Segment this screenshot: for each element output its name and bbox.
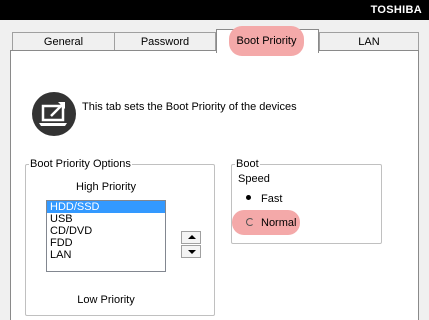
fast-label[interactable]: Fast [261,193,282,205]
tab-strip: General Password LAN [0,20,429,53]
list-item[interactable]: HDD/SSD [47,201,165,213]
fast-radio[interactable] [246,195,251,200]
list-item[interactable]: USB [47,213,165,225]
tab-lan-label: LAN [358,36,380,48]
tab-boot-priority-label: Boot Priority [236,35,297,47]
tab-general-label: General [43,36,84,48]
normal-label[interactable]: Normal [261,217,296,229]
tab-password-label: Password [140,36,190,48]
brand-logo: TOSHIBA [370,4,422,16]
tab-general[interactable]: General [12,32,115,52]
external-link-laptop-icon [32,92,76,136]
move-down-button[interactable] [181,245,201,258]
arrow-down-icon [188,250,196,254]
low-priority-label: Low Priority [77,294,135,306]
info-text: This tab sets the Boot Priority of the d… [82,101,297,113]
high-priority-label: High Priority [76,181,136,193]
boot-order-list[interactable]: HDD/SSD USB CD/DVD FDD LAN [46,200,166,272]
normal-radio[interactable] [246,218,254,226]
boot-priority-options-legend: Boot Priority Options [30,158,131,170]
list-item[interactable]: LAN [47,249,165,261]
tab-password[interactable]: Password [114,32,216,52]
title-bar: TOSHIBA [0,0,429,20]
tab-lan[interactable]: LAN [319,32,419,52]
speed-label: Speed [238,173,270,185]
arrow-up-icon [188,235,196,239]
boot-legend: Boot [236,158,259,170]
list-item[interactable]: FDD [47,237,165,249]
list-item[interactable]: CD/DVD [47,225,165,237]
move-up-button[interactable] [181,231,201,244]
